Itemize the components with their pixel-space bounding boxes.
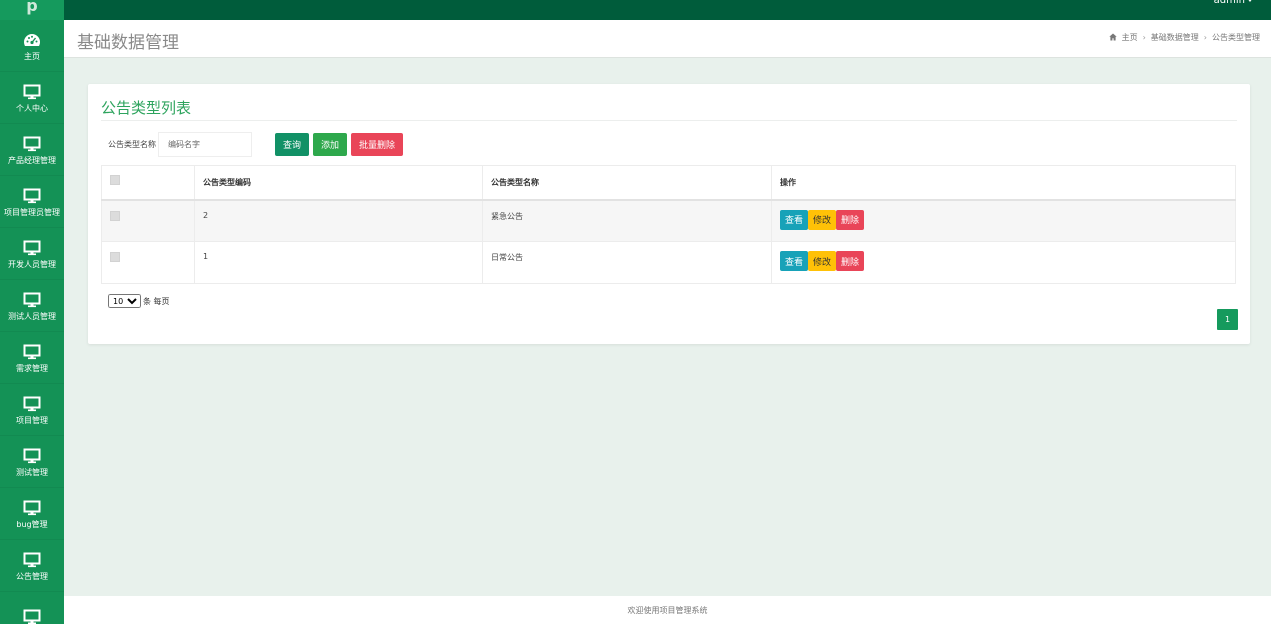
sidebar-item-label: 主页 xyxy=(24,51,40,61)
select-all-checkbox[interactable] xyxy=(110,174,120,185)
page-header: 基础数据管理 主页 › 基础数据管理 › 公告类型管理 xyxy=(64,20,1271,58)
table-row: 1 日常公告 查看 修改 删除 xyxy=(101,241,1236,284)
sidebar-item-announcements[interactable]: 公告管理 xyxy=(0,540,64,592)
footer: 欢迎使用项目管理系统 xyxy=(64,596,1271,624)
sidebar-item-label: 公告管理 xyxy=(16,571,48,581)
sidebar-item-project-admin[interactable]: 项目管理员管理 xyxy=(0,176,64,228)
column-header: 公告类型编码 xyxy=(194,165,483,201)
row-checkbox-cell xyxy=(101,241,195,284)
sidebar-item-label: 项目管理员管理 xyxy=(4,207,60,217)
user-menu[interactable]: admin xyxy=(1214,0,1253,7)
search-label: 公告类型名称 xyxy=(108,140,156,149)
batch-delete-button[interactable]: 批量删除 xyxy=(351,133,404,156)
cell-actions: 查看 修改 删除 xyxy=(771,199,1236,242)
monitor-icon xyxy=(23,290,41,310)
cell-code: 2 xyxy=(194,199,483,242)
logo: p xyxy=(0,0,64,20)
cell-code: 1 xyxy=(194,241,483,284)
data-table: 公告类型编码 公告类型名称 操作 2 紧急公告 查看 修改 删除 1 日常公告 查看… xyxy=(101,165,1236,284)
column-header: 公告类型名称 xyxy=(482,165,772,201)
row-checkbox[interactable] xyxy=(110,252,120,262)
breadcrumb-basic-data[interactable]: 基础数据管理 xyxy=(1151,32,1199,43)
row-checkbox-cell xyxy=(101,199,195,242)
page-size-control: 10 条 每页 xyxy=(108,294,170,308)
cell-name: 日常公告 xyxy=(482,241,772,284)
monitor-icon xyxy=(23,342,41,362)
select-all-cell xyxy=(101,165,195,201)
search-input[interactable] xyxy=(158,132,252,157)
home-icon xyxy=(1108,33,1117,43)
top-bar: p admin xyxy=(0,0,1271,20)
sidebar-item-label: 测试管理 xyxy=(16,467,48,477)
logo-text: p xyxy=(26,0,38,15)
cell-name: 紧急公告 xyxy=(482,199,772,242)
monitor-icon xyxy=(23,607,41,624)
chevron-right-icon: › xyxy=(1203,33,1207,42)
column-header: 操作 xyxy=(771,165,1236,201)
search-form: 公告类型名称 查询 添加 批量删除 xyxy=(108,132,404,157)
card-title: 公告类型列表 xyxy=(101,99,192,117)
view-button[interactable]: 查看 xyxy=(780,209,809,230)
monitor-icon xyxy=(23,238,41,258)
table-header-row: 公告类型编码 公告类型名称 操作 xyxy=(101,165,1236,201)
delete-button[interactable]: 删除 xyxy=(836,209,865,230)
sidebar-item-label: 项目管理 xyxy=(16,415,48,425)
sidebar-item-more[interactable] xyxy=(0,592,64,624)
edit-button[interactable]: 修改 xyxy=(808,251,837,271)
monitor-icon xyxy=(23,446,41,466)
sidebar-item-testing[interactable]: 测试管理 xyxy=(0,436,64,488)
page-title: 基础数据管理 xyxy=(77,33,179,53)
sidebar: 主页 个人中心 产品经理管理 项目管理员管理 开发人员管理 测试人员管理 需求管… xyxy=(0,20,64,624)
view-button[interactable]: 查看 xyxy=(780,251,809,271)
monitor-icon xyxy=(23,186,41,206)
chevron-right-icon: › xyxy=(1142,33,1146,42)
page-size-select[interactable]: 10 xyxy=(108,294,141,308)
list-card: 公告类型列表 公告类型名称 查询 添加 批量删除 公告类型编码 公告类型名称 操… xyxy=(88,84,1250,344)
edit-button[interactable]: 修改 xyxy=(808,209,837,230)
sidebar-item-projects[interactable]: 项目管理 xyxy=(0,384,64,436)
sidebar-item-developer[interactable]: 开发人员管理 xyxy=(0,228,64,280)
page-button-current[interactable]: 1 xyxy=(1217,309,1238,330)
add-button[interactable]: 添加 xyxy=(313,133,348,156)
sidebar-item-product-manager[interactable]: 产品经理管理 xyxy=(0,124,64,176)
breadcrumb: 主页 › 基础数据管理 › 公告类型管理 xyxy=(1108,32,1260,43)
dashboard-icon xyxy=(23,30,41,50)
delete-button[interactable]: 删除 xyxy=(836,251,865,271)
monitor-icon xyxy=(23,134,41,154)
sidebar-item-requirements[interactable]: 需求管理 xyxy=(0,332,64,384)
caret-down-icon xyxy=(1247,0,1253,2)
sidebar-item-label: 测试人员管理 xyxy=(8,311,56,321)
sidebar-item-label: 开发人员管理 xyxy=(8,259,56,269)
breadcrumb-current: 公告类型管理 xyxy=(1212,33,1260,42)
sidebar-item-home[interactable]: 主页 xyxy=(0,20,64,72)
sidebar-item-label: 需求管理 xyxy=(16,363,48,373)
monitor-icon xyxy=(23,82,41,102)
row-checkbox[interactable] xyxy=(110,210,120,221)
sidebar-item-label: 个人中心 xyxy=(16,103,48,113)
monitor-icon xyxy=(23,394,41,414)
sidebar-item-bugs[interactable]: bug管理 xyxy=(0,488,64,540)
page-size-suffix: 条 每页 xyxy=(143,296,170,306)
breadcrumb-home[interactable]: 主页 xyxy=(1122,32,1138,43)
sidebar-item-tester[interactable]: 测试人员管理 xyxy=(0,280,64,332)
monitor-icon xyxy=(23,498,41,518)
query-button[interactable]: 查询 xyxy=(275,133,310,156)
cell-actions: 查看 修改 删除 xyxy=(771,241,1236,284)
user-name: admin xyxy=(1213,0,1245,6)
sidebar-item-personal-center[interactable]: 个人中心 xyxy=(0,72,64,124)
monitor-icon xyxy=(23,550,41,570)
divider xyxy=(101,120,1237,121)
sidebar-item-label: bug管理 xyxy=(16,519,48,529)
sidebar-item-label: 产品经理管理 xyxy=(8,155,56,165)
table-row: 2 紧急公告 查看 修改 删除 xyxy=(101,199,1236,242)
